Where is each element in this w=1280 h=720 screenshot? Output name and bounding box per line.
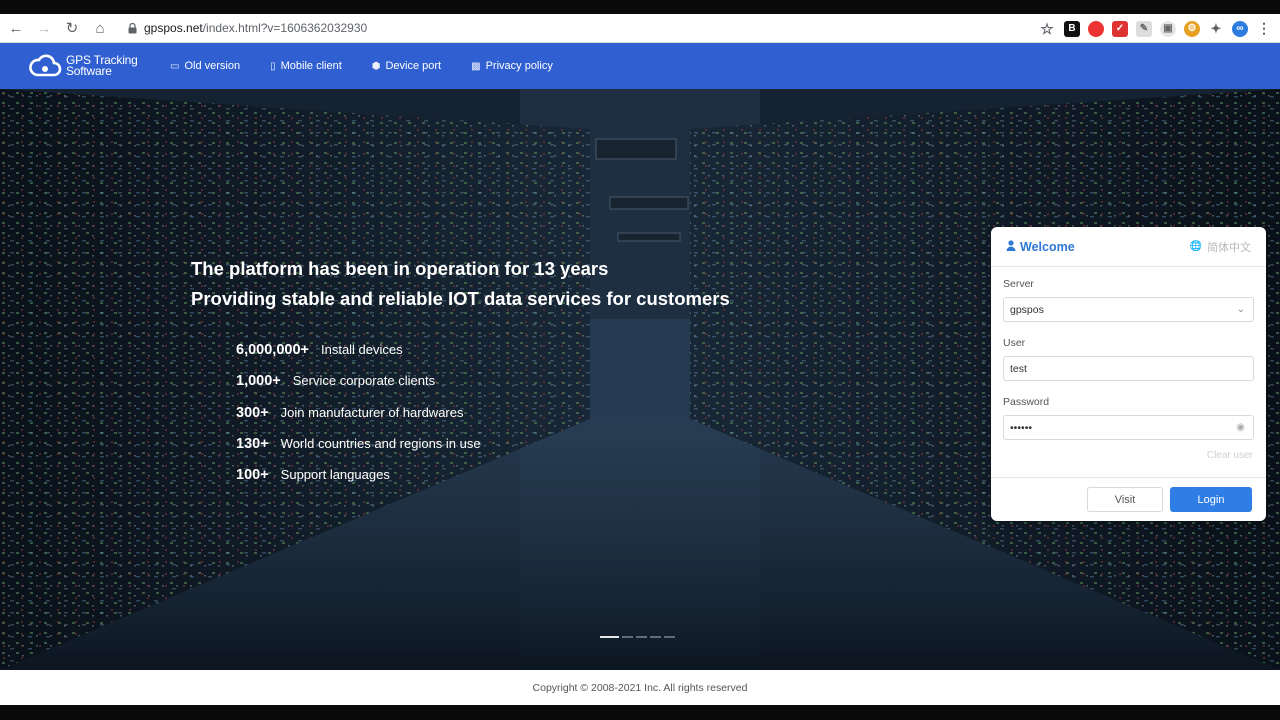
login-panel: Welcome 🌐 简体中文 Server gpspos ⌄ User test… [991,227,1266,521]
server-label: Server [1003,278,1034,290]
headline-line-1: The platform has been in operation for 1… [191,258,609,279]
user-label: User [1003,337,1026,349]
extension-b-icon[interactable]: B [1064,20,1080,37]
stat-item: 100+ Support languages [236,467,481,498]
menu-old-version[interactable]: ▭ Old version [170,60,240,72]
extension-red-circle-icon[interactable] [1088,20,1104,37]
logo-text: GPS Tracking Software [66,53,138,78]
stat-number: 130+ [236,435,269,452]
login-button[interactable]: Login [1170,487,1252,512]
globe-icon: 🌐 [1189,241,1202,252]
menu-mobile-client[interactable]: ▯ Mobile client [270,60,342,72]
carousel-dot-2[interactable] [622,636,633,638]
menu-item-label: Mobile client [280,60,342,72]
menu-device-port[interactable]: ⬢ Device port [372,60,441,72]
extension-image-icon[interactable]: ▣ [1160,20,1176,37]
forward-arrow-icon[interactable]: → [32,16,56,40]
menu-item-label: Privacy policy [485,60,553,72]
welcome-title: Welcome [1006,240,1075,254]
back-arrow-icon[interactable]: ← [4,16,28,40]
reload-icon[interactable]: ↻ [60,16,84,40]
carousel-dot-4[interactable] [650,636,661,638]
logo[interactable]: GPS Tracking Software [28,54,146,78]
eye-icon[interactable]: ◉ [1236,422,1245,433]
login-form: Server gpspos ⌄ User test Password •••••… [991,267,1266,461]
mobile-icon: ▯ [270,60,276,72]
stat-item: 130+ World countries and regions in use [236,436,481,467]
stat-item: 6,000,000+ Install devices [236,342,481,373]
chevron-down-icon: ⌄ [1236,304,1245,315]
page-footer: Copyright © 2008-2021 Inc. All rights re… [0,670,1280,705]
stat-description: Service corporate clients [292,373,436,389]
extensions-puzzle-icon[interactable]: ✦ [1208,21,1224,37]
carousel-dot-1[interactable] [600,636,619,638]
lock-icon[interactable] [126,21,138,35]
stat-item: 300+ Join manufacturer of hardwares [236,405,481,436]
hero-headline: The platform has been in operation for 1… [191,254,730,314]
login-panel-header: Welcome 🌐 简体中文 [991,227,1266,267]
book-icon: ▩ [471,60,481,72]
extension-blue-icon[interactable]: ∞ [1232,20,1248,37]
password-label: Password [1003,396,1050,408]
home-icon[interactable]: ⌂ [88,16,112,40]
extension-pdf-icon[interactable]: ✓ [1112,20,1128,37]
screen-top-edge [0,0,1280,14]
user-value: test [1010,362,1027,375]
login-panel-footer: Visit Login [991,477,1266,521]
language-switcher[interactable]: 🌐 简体中文 [1190,239,1251,255]
stat-number: 6,000,000+ [236,342,309,358]
password-input[interactable]: •••••• ◉ [1003,415,1254,440]
screen-bottom-edge [0,705,1280,720]
user-icon [1006,239,1016,254]
carousel-dot-3[interactable] [636,636,647,638]
stat-description: Install devices [320,342,403,357]
site-header: GPS Tracking Software ▭ Old version ▯ Mo… [0,43,1280,89]
stat-number: 300+ [236,404,269,421]
monitor-icon: ▭ [170,60,180,72]
menu-item-label: Old version [184,60,241,72]
language-label: 简体中文 [1207,241,1251,254]
menu-item-label: Device port [385,60,442,72]
stat-number: 100+ [236,467,269,484]
url-path: /index.html?v=1606362032930 [202,21,368,35]
extensions-area: ☆ B ✓ ✎ ▣ ⚙ ✦ ∞ ⋮ [1038,14,1272,43]
visit-button[interactable]: Visit [1087,487,1163,512]
cube-icon: ⬢ [371,60,381,72]
menu-privacy-policy[interactable]: ▩ Privacy policy [471,60,553,72]
stat-description: Join manufacturer of hardwares [280,404,464,420]
password-value: •••••• [1010,421,1033,434]
address-bar[interactable]: gpspos.net/index.html?v=1606362032930 [144,21,367,35]
headline-line-2: Providing stable and reliable IOT data s… [191,288,730,309]
bookmark-star-icon[interactable]: ☆ [1038,21,1056,38]
welcome-label: Welcome [1020,239,1075,254]
url-domain: gpspos.net [144,21,203,35]
extension-note-icon[interactable]: ✎ [1136,20,1152,37]
stats-list: 6,000,000+ Install devices 1,000+ Servic… [236,342,481,498]
more-menu-icon[interactable]: ⋮ [1256,20,1272,37]
stat-description: World countries and regions in use [280,435,481,451]
copyright-text: Copyright © 2008-2021 Inc. All rights re… [532,681,748,694]
server-select[interactable]: gpspos ⌄ [1003,297,1254,322]
stat-item: 1,000+ Service corporate clients [236,373,481,404]
extension-gear-icon[interactable]: ⚙ [1184,20,1200,37]
carousel-dot-5[interactable] [664,636,675,638]
stat-description: Support languages [280,467,390,483]
clear-user-link[interactable]: Clear user [1003,450,1254,461]
carousel-indicators [600,636,675,638]
top-menu: ▭ Old version ▯ Mobile client ⬢ Device p… [170,60,583,72]
browser-toolbar: ← → ↻ ⌂ gpspos.net/index.html?v=16063620… [0,14,1280,43]
cloud-logo-icon [29,54,62,77]
server-value: gpspos [1010,303,1044,316]
user-input[interactable]: test [1003,356,1254,381]
stat-number: 1,000+ [236,373,281,390]
